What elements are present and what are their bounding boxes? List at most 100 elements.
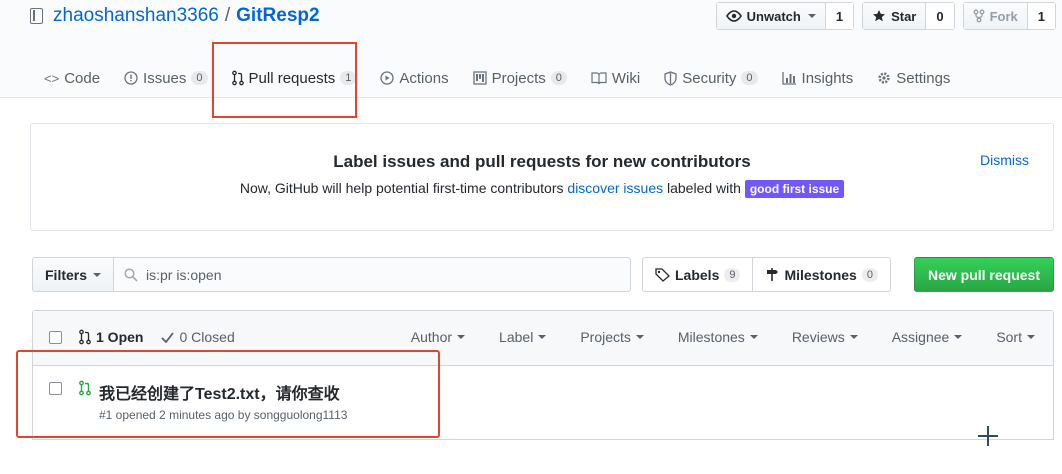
labels-milestones-group: Labels 9 Milestones 0 (642, 257, 891, 292)
dismiss-button[interactable]: Dismiss (980, 152, 1029, 168)
tab-settings-label: Settings (896, 69, 951, 87)
tab-code-label: Code (64, 69, 101, 87)
repo-nav: <> Code Issues 0 Pull requests 1 Actions (44, 62, 974, 94)
banner-text: Now, GitHub will help potential first-ti… (31, 180, 1053, 198)
open-count-label: 1 Open (96, 329, 144, 345)
reviews-menu[interactable]: Reviews (792, 329, 858, 345)
star-count[interactable]: 0 (925, 3, 954, 29)
star-icon (872, 9, 886, 23)
fork-icon (973, 9, 985, 23)
repo-actions: Unwatch 1 Star 0 Fork 1 (715, 2, 1056, 30)
repo-header: zhaoshanshan3366 / GitResp2 Unwatch 1 St… (0, 0, 1062, 98)
projects-menu[interactable]: Projects (580, 329, 644, 345)
labels-counter: 9 (724, 267, 741, 282)
state-toggles: 1 Open 0 Closed (79, 329, 235, 345)
new-contributors-banner: Label issues and pull requests for new c… (30, 123, 1054, 231)
tab-wiki-label: Wiki (611, 69, 641, 87)
search-icon (124, 267, 138, 282)
chevron-down-icon (538, 335, 547, 339)
watch-count[interactable]: 1 (824, 3, 854, 29)
labels-button[interactable]: Labels 9 (643, 258, 752, 291)
projects-counter: 0 (550, 71, 567, 85)
tab-insights-label: Insights (801, 69, 854, 87)
filter-bar: Filters is:pr is:open (32, 257, 632, 292)
labels-label: Labels (675, 266, 720, 283)
sort-menu-label: Sort (996, 329, 1022, 345)
git-pull-request-icon (79, 329, 91, 345)
select-all-checkbox[interactable] (49, 331, 62, 344)
filters-button-label: Filters (45, 266, 88, 283)
tab-issues[interactable]: Issues 0 (124, 62, 208, 94)
issues-counter: 0 (191, 71, 208, 85)
good-first-issue-label[interactable]: good first issue (744, 180, 845, 198)
shield-icon (664, 70, 677, 86)
repo-owner-link[interactable]: zhaoshanshan3366 (53, 5, 219, 27)
chevron-down-icon (457, 335, 466, 339)
list-filter-menus: Author Label Projects Milestones Reviews… (411, 329, 1053, 345)
tab-settings[interactable]: Settings (877, 62, 950, 94)
unwatch-button[interactable]: Unwatch (716, 3, 825, 29)
new-pull-request-button[interactable]: New pull request (914, 257, 1054, 292)
milestones-menu[interactable]: Milestones (678, 329, 758, 345)
security-counter: 0 (741, 71, 758, 85)
label-menu[interactable]: Label (499, 329, 547, 345)
search-query: is:pr is:open (146, 266, 222, 283)
pull-request-row-highlight (16, 350, 440, 438)
tab-code[interactable]: <> Code (44, 62, 100, 94)
tab-insights[interactable]: Insights (781, 62, 854, 94)
milestones-counter: 0 (861, 267, 878, 282)
projects-menu-label: Projects (580, 329, 631, 345)
tab-security[interactable]: Security 0 (664, 62, 758, 94)
tab-actions-label: Actions (399, 69, 449, 87)
tab-issues-label: Issues (143, 69, 187, 87)
banner-text-before: Now, GitHub will help potential first-ti… (239, 180, 568, 196)
milestones-button[interactable]: Milestones 0 (752, 258, 889, 291)
search-input[interactable]: is:pr is:open (114, 257, 632, 292)
repo-name-link[interactable]: GitResp2 (236, 5, 319, 27)
closed-count-label: 0 Closed (179, 329, 235, 345)
tab-projects[interactable]: Projects 0 (472, 62, 567, 94)
milestones-label: Milestones (784, 266, 857, 283)
project-icon (472, 71, 487, 85)
assignee-menu-label: Assignee (891, 329, 950, 345)
play-icon (380, 71, 395, 85)
sort-menu[interactable]: Sort (996, 329, 1035, 345)
watch-button-group: Unwatch 1 (715, 2, 855, 30)
check-icon (161, 331, 175, 343)
chevron-down-icon (93, 272, 102, 277)
fork-count[interactable]: 1 (1026, 3, 1055, 29)
fork-button[interactable]: Fork (963, 3, 1027, 29)
fork-label: Fork (989, 8, 1018, 24)
issue-opened-icon (124, 71, 138, 85)
repo-title: zhaoshanshan3366 / GitResp2 (30, 5, 320, 27)
tab-security-label: Security (682, 69, 737, 87)
reviews-menu-label: Reviews (791, 329, 845, 345)
label-menu-label: Label (499, 329, 534, 345)
chevron-down-icon (954, 335, 963, 339)
chevron-down-icon (749, 335, 758, 339)
star-label: Star (891, 8, 917, 24)
open-filter[interactable]: 1 Open (79, 329, 143, 345)
tab-projects-label: Projects (491, 69, 546, 87)
author-menu[interactable]: Author (410, 329, 466, 345)
milestones-menu-label: Milestones (677, 329, 745, 345)
pull-requests-tab-highlight (212, 42, 357, 118)
assignee-menu[interactable]: Assignee (892, 329, 963, 345)
chevron-down-icon (1027, 335, 1035, 339)
repo-icon (30, 8, 43, 24)
tab-actions[interactable]: Actions (380, 62, 449, 94)
tab-wiki[interactable]: Wiki (591, 62, 640, 94)
filters-button[interactable]: Filters (32, 257, 115, 292)
chevron-down-icon (807, 14, 816, 18)
star-button[interactable]: Star (863, 3, 926, 29)
author-menu-label: Author (410, 329, 453, 345)
gear-icon (877, 71, 891, 85)
discover-issues-link[interactable]: discover issues (567, 180, 663, 196)
closed-filter[interactable]: 0 Closed (161, 329, 235, 345)
fork-button-group: Fork 1 (962, 2, 1056, 30)
graph-icon (781, 71, 797, 85)
eye-icon (725, 10, 742, 22)
code-icon: <> (44, 70, 60, 86)
book-icon (591, 71, 607, 85)
crosshair-cursor-icon (978, 426, 998, 446)
